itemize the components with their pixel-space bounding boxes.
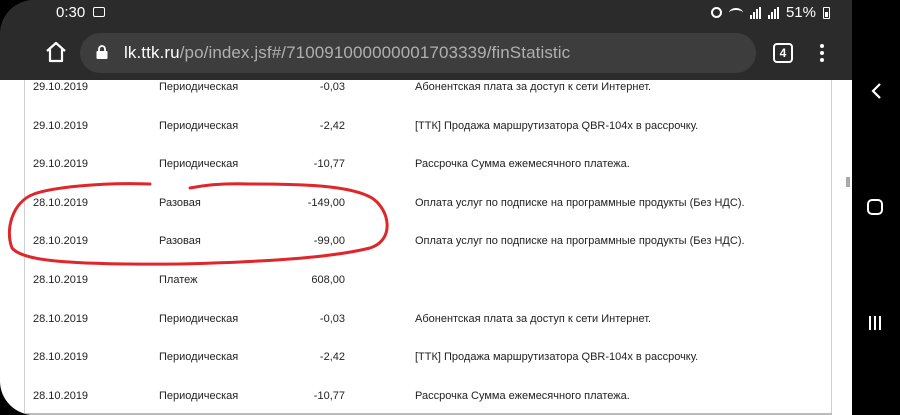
navigation-bar bbox=[852, 0, 900, 415]
home-icon[interactable] bbox=[44, 40, 68, 64]
battery-percent: 51% bbox=[785, 4, 816, 21]
status-icons: 51% bbox=[710, 4, 830, 21]
back-icon[interactable] bbox=[870, 82, 882, 100]
url-path: /po/index.jsf#/710091000000001703339/fin… bbox=[179, 43, 571, 62]
url-host: lk.ttk.ru bbox=[124, 43, 180, 62]
battery-icon bbox=[823, 6, 830, 19]
address-bar[interactable]: lk.ttk.ru/po/index.jsf#/7100910000000017… bbox=[80, 33, 756, 73]
alarm-icon bbox=[710, 7, 722, 18]
url-text: lk.ttk.ru/po/index.jsf#/7100910000000017… bbox=[124, 43, 570, 63]
red-circle-annotation bbox=[7, 182, 389, 266]
phone-screen: 0:30 51% lk.ttk.ru/po/index.jsf#/7100910… bbox=[0, 0, 852, 415]
home-nav-icon[interactable] bbox=[867, 199, 883, 215]
image-notification-icon bbox=[93, 7, 105, 17]
page-content: 29.10.2019 Периодическая -0,03 Абонентская … bbox=[0, 80, 852, 415]
tab-switcher-button[interactable]: 4 bbox=[773, 43, 793, 63]
status-time: 0:30 bbox=[56, 4, 86, 21]
lock-icon bbox=[96, 45, 108, 59]
wifi-icon bbox=[728, 7, 743, 18]
signal-icon bbox=[767, 6, 779, 19]
status-bar: 0:30 51% bbox=[0, 0, 852, 26]
menu-icon[interactable] bbox=[816, 42, 828, 64]
browser-toolbar: lk.ttk.ru/po/index.jsf#/7100910000000017… bbox=[0, 26, 852, 80]
signal-icon bbox=[749, 6, 761, 19]
recent-apps-icon[interactable] bbox=[869, 316, 881, 330]
